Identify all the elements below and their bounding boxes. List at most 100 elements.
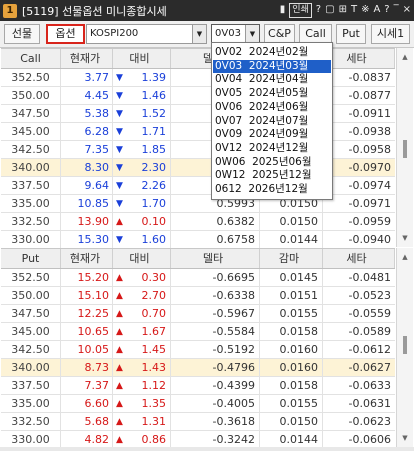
column-header[interactable]: 세타 (323, 49, 395, 68)
settings-star-icon[interactable]: ※ (361, 2, 369, 18)
split-icon[interactable]: ⊞ (339, 2, 347, 18)
month-option[interactable]: 0V06 2024년06월 (213, 101, 331, 115)
table-row[interactable]: 340.00 8.30 ▼ 2.30 -0.0970 (1, 159, 395, 177)
close-icon[interactable]: × (403, 2, 411, 18)
column-header[interactable]: 현재가 (61, 249, 113, 268)
month-option[interactable]: 0V02 2024년02월 (213, 46, 331, 60)
column-header[interactable]: 세타 (323, 249, 395, 268)
delta-value: -0.5967 (171, 305, 260, 322)
column-header[interactable]: 감마 (260, 249, 323, 268)
up-triangle-icon: ▲ (116, 309, 123, 319)
column-header[interactable]: 델타 (171, 249, 260, 268)
month-option[interactable]: 0V12 2024년12월 (213, 142, 331, 156)
window-title: [5119] 선물옵션 미니종합시세 (22, 4, 167, 18)
month-label: 2024년06월 (248, 100, 309, 113)
table-row[interactable]: 342.50 10.05 ▲ 1.45 -0.5192 0.0160 -0.0612 (1, 341, 395, 359)
change-value: 1.70 (141, 197, 167, 210)
put-button[interactable]: Put (336, 24, 366, 44)
month-option[interactable]: 0V03 2024년03월 (213, 59, 331, 74)
table-row[interactable]: 335.00 10.85 ▼ 1.70 0.5993 0.0150 -0.0971 (1, 195, 395, 213)
table-row[interactable]: 340.00 8.73 ▲ 1.43 -0.4796 0.0160 -0.0627 (1, 359, 395, 377)
table-row[interactable]: 332.50 13.90 ▲ 0.10 0.6382 0.0150 -0.0959 (1, 213, 395, 231)
table-row[interactable]: 330.00 15.30 ▼ 1.60 0.6758 0.0144 -0.0940 (1, 231, 395, 249)
change-value: 0.70 (141, 307, 167, 320)
month-option[interactable]: 0V04 2024년04월 (213, 73, 331, 87)
table-row[interactable]: 337.50 9.64 ▼ 2.26 -0.0974 (1, 177, 395, 195)
month-code: 0W12 (215, 169, 246, 182)
table-row[interactable]: 335.00 6.60 ▲ 1.35 -0.4005 0.0155 -0.0631 (1, 395, 395, 413)
font-t-icon[interactable]: T (351, 2, 357, 18)
current-price: 8.73 (61, 359, 113, 376)
chevron-down-icon[interactable]: ▼ (245, 25, 259, 43)
change-value: 0.30 (141, 271, 167, 284)
scroll-up-icon[interactable]: ▲ (397, 49, 413, 65)
strike-price: 330.00 (1, 431, 61, 448)
current-price: 5.68 (61, 413, 113, 430)
down-triangle-icon: ▼ (116, 109, 123, 119)
up-triangle-icon: ▲ (116, 273, 123, 283)
column-header[interactable]: 대비 (113, 249, 171, 268)
current-price: 7.35 (61, 141, 113, 158)
call-button[interactable]: Call (299, 24, 332, 44)
month-select[interactable]: 0V03 ▼ (211, 24, 260, 44)
theta-value: -0.0959 (348, 215, 391, 228)
month-option[interactable]: 0V05 2024년05월 (213, 87, 331, 101)
options-button[interactable]: 옵션 (46, 24, 85, 44)
month-option[interactable]: 0V07 2024년07월 (213, 115, 331, 129)
scroll-up-icon[interactable]: ▲ (397, 249, 413, 265)
question-icon[interactable]: ? (316, 2, 321, 18)
column-header[interactable]: 대비 (113, 49, 171, 68)
theta-value: -0.0970 (348, 161, 391, 174)
month-option[interactable]: 0W12 2025년12월 (213, 169, 331, 183)
month-option[interactable]: 0V09 2024년09월 (213, 128, 331, 142)
change-value: 1.12 (141, 379, 167, 392)
gamma-value: 0.0160 (260, 341, 323, 358)
table-row[interactable]: 347.50 5.38 ▼ 1.52 -0.0911 (1, 105, 395, 123)
table-row[interactable]: 337.50 7.37 ▲ 1.12 -0.4399 0.0158 -0.0633 (1, 377, 395, 395)
call-put-button[interactable]: C&P (264, 24, 295, 44)
theta-value: -0.0877 (348, 89, 391, 102)
underlying-select[interactable]: KOSPI200 ▼ (86, 24, 207, 44)
table-row[interactable]: 345.00 6.28 ▼ 1.71 -0.0938 (1, 123, 395, 141)
table-row[interactable]: 352.50 3.77 ▼ 1.39 -0.0837 (1, 69, 395, 87)
chevron-down-icon[interactable]: ▼ (192, 25, 206, 43)
scroll-thumb[interactable] (403, 140, 407, 158)
column-header[interactable]: Call (1, 49, 61, 68)
table-row[interactable]: 350.00 15.10 ▲ 2.70 -0.6338 0.0151 -0.0523 (1, 287, 395, 305)
month-option[interactable]: 0612 2026년12월 (213, 183, 331, 197)
call-scrollbar[interactable]: ▲ ▼ (396, 48, 413, 247)
month-code: 0612 (215, 183, 242, 195)
gamma-value: 0.0150 (260, 413, 323, 430)
up-triangle-icon: ▲ (116, 217, 123, 227)
price-change: ▲ 1.12 (113, 377, 171, 394)
minimize-icon[interactable]: ‾ (394, 2, 399, 18)
gamma-value: 0.0144 (260, 431, 323, 448)
up-triangle-icon: ▲ (116, 291, 123, 301)
table-row[interactable]: 332.50 5.68 ▲ 1.31 -0.3618 0.0150 -0.0623 (1, 413, 395, 431)
font-size-icon[interactable]: A (373, 2, 380, 18)
put-scrollbar[interactable]: ▲ ▼ (396, 248, 413, 447)
window-icon[interactable]: ▢ (325, 2, 334, 18)
month-option[interactable]: 0W06 2025년06월 (213, 156, 331, 170)
scroll-down-icon[interactable]: ▼ (397, 430, 413, 446)
table-header: Call현재가대비델타감마세타 (1, 49, 395, 69)
column-header[interactable]: Put (1, 249, 61, 268)
theta-value: -0.0940 (348, 233, 391, 246)
price-change: ▼ 1.39 (113, 69, 171, 86)
scroll-down-icon[interactable]: ▼ (397, 230, 413, 246)
table-row[interactable]: 342.50 7.35 ▼ 1.85 -0.0958 (1, 141, 395, 159)
theta-value: -0.0623 (348, 415, 391, 428)
theta-value: -0.0481 (348, 271, 391, 284)
pin-icon[interactable]: ▮ (280, 2, 286, 18)
table-row[interactable]: 345.00 10.65 ▲ 1.67 -0.5584 0.0158 -0.0589 (1, 323, 395, 341)
print-button[interactable]: 인쇄 (289, 2, 312, 18)
column-header[interactable]: 현재가 (61, 49, 113, 68)
help-icon[interactable]: ? (384, 2, 389, 18)
table-row[interactable]: 350.00 4.45 ▼ 1.46 -0.0877 (1, 87, 395, 105)
futures-button[interactable]: 선물 (4, 24, 40, 44)
realtime-button[interactable]: 시세1 (371, 24, 410, 44)
up-triangle-icon: ▲ (116, 345, 123, 355)
table-row[interactable]: 347.50 12.25 ▲ 0.70 -0.5967 0.0155 -0.0559 (1, 305, 395, 323)
table-row[interactable]: 352.50 15.20 ▲ 0.30 -0.6695 0.0145 -0.0481 (1, 269, 395, 287)
scroll-thumb[interactable] (403, 336, 407, 354)
